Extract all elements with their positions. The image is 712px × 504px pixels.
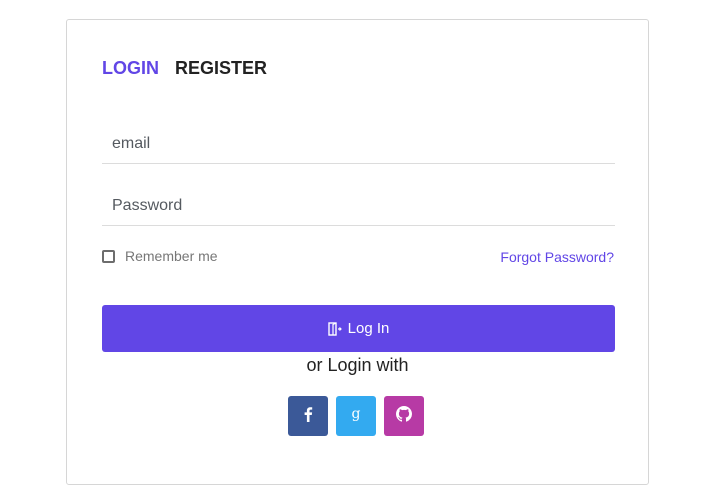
auth-tabs: LOGIN REGISTER	[102, 58, 267, 79]
github-icon	[396, 405, 412, 427]
or-login-with-text: or Login with	[306, 355, 409, 375]
svg-text:g: g	[352, 406, 361, 422]
social-login-buttons: g	[288, 396, 424, 436]
login-door-icon	[327, 321, 342, 336]
facebook-icon	[300, 406, 316, 427]
forgot-password-link[interactable]: Forgot Password?	[500, 249, 614, 265]
tab-register[interactable]: REGISTER	[175, 58, 267, 79]
facebook-login-button[interactable]	[288, 396, 328, 436]
tab-login[interactable]: LOGIN	[102, 58, 159, 79]
remember-me: Remember me	[102, 248, 218, 264]
login-button-label: Log In	[347, 320, 390, 337]
remember-me-checkbox[interactable]	[102, 249, 115, 263]
github-login-button[interactable]	[384, 396, 424, 436]
google-login-button[interactable]: g	[336, 396, 376, 436]
login-card: LOGIN REGISTER Remember me Forgot Passwo…	[66, 19, 649, 485]
password-input[interactable]	[102, 186, 615, 226]
remember-me-label: Remember me	[125, 248, 218, 264]
login-button[interactable]: Log In	[102, 305, 615, 352]
email-input[interactable]	[102, 124, 615, 164]
google-icon: g	[349, 406, 363, 427]
